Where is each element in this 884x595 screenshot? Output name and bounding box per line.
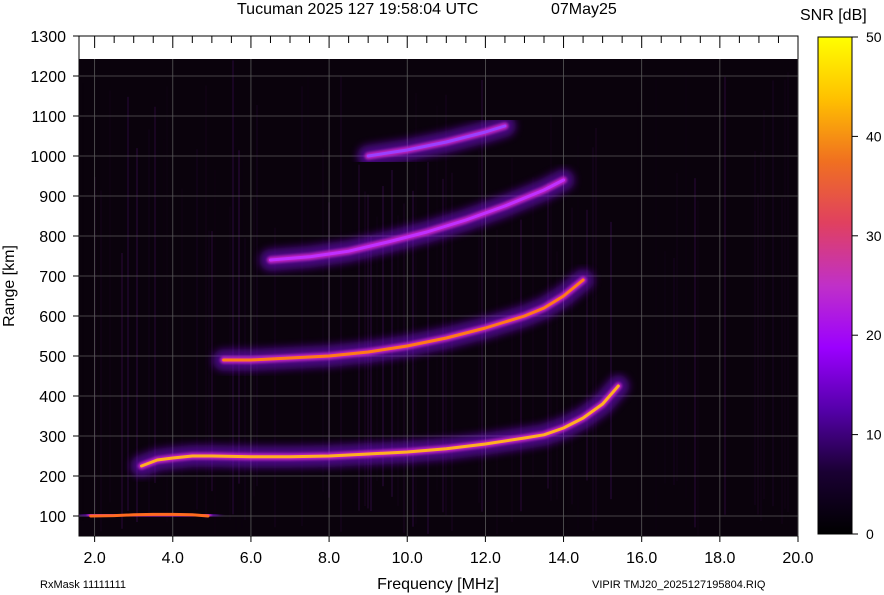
x-tick-label: 20.0 (782, 550, 813, 567)
noise-streak (694, 178, 696, 528)
ionogram-figure: Tucuman 2025 127 19:58:04 UTC 07May25 SN… (1, 1, 882, 593)
noise-streak (436, 105, 438, 492)
noise-streak (685, 72, 687, 499)
x-tick-label: 6.0 (240, 550, 262, 567)
colorbar-tick-label: 10 (866, 427, 882, 443)
x-axis-label: Frequency [MHz] (377, 576, 499, 593)
x-tick-label: 12.0 (470, 550, 501, 567)
noise-streak (181, 188, 183, 479)
noise-streak (100, 190, 102, 532)
y-tick-label: 1000 (30, 149, 66, 166)
noise-streak (163, 139, 165, 490)
y-tick-label: 800 (39, 229, 66, 246)
y-tick-label: 600 (39, 309, 66, 326)
y-axis-label: Range [km] (1, 245, 18, 327)
colorbar-tick-label: 50 (866, 29, 882, 45)
noise-streak (763, 110, 765, 500)
y-tick-label: 400 (39, 389, 66, 406)
noise-streak (637, 102, 639, 501)
y-tick-label: 1100 (32, 109, 67, 126)
noise-streak (235, 147, 237, 530)
noise-streak (496, 229, 498, 535)
noise-streak (127, 96, 129, 511)
noise-streak (664, 251, 666, 484)
noise-streak (760, 151, 762, 521)
x-tick-label: 4.0 (162, 550, 184, 567)
noise-streak (757, 193, 759, 515)
x-tick-label: 10.0 (392, 550, 423, 567)
noise-streak (322, 149, 324, 492)
echo-trace (89, 512, 210, 518)
colorbar-tick-label: 0 (866, 526, 874, 542)
colorbar-tick-label: 40 (866, 128, 882, 144)
noise-streak (772, 80, 774, 507)
noise-streak (655, 79, 657, 531)
noise-streak (82, 82, 84, 521)
colorbar-label: SNR [dB] (800, 7, 867, 24)
y-tick-label: 300 (39, 429, 66, 446)
noise-streak (781, 197, 783, 524)
x-axis-ticks: 2.0 4.0 6.0 8.0 10.0 12.0 14.0 16.0 18.0 20.0 (84, 536, 814, 567)
colorbar-tick-label: 20 (866, 327, 882, 343)
noise-streak (214, 169, 216, 535)
noise-streak (784, 79, 786, 509)
noise-streak (754, 151, 756, 506)
noise-streak (577, 136, 579, 531)
noise-streak (370, 236, 372, 512)
colorbar-tick-label: 30 (866, 228, 882, 244)
noise-streak (676, 173, 678, 482)
y-tick-label: 700 (39, 269, 66, 286)
x-tick-label: 18.0 (704, 550, 735, 567)
noise-streak (565, 172, 567, 528)
noise-streak (586, 209, 588, 481)
y-axis-ticks: 100 200 300 400 500 600 700 800 900 1000 1100 1200 1… (30, 29, 79, 526)
noise-streak (382, 186, 384, 487)
noise-streak (787, 72, 789, 513)
x-tick-label: 14.0 (548, 550, 579, 567)
noise-streak (256, 104, 258, 487)
x-tick-label: 2.0 (84, 550, 106, 567)
y-tick-label: 100 (39, 509, 66, 526)
noise-streak (592, 147, 594, 531)
noise-streak (274, 227, 276, 528)
x-tick-label: 16.0 (626, 550, 657, 567)
noise-streak (109, 90, 111, 503)
noise-streak (520, 219, 522, 512)
noise-streak (121, 252, 123, 529)
noise-streak (403, 203, 405, 533)
noise-streak (208, 230, 210, 478)
file-label: VIPIR TMJ20_2025127195804.RIQ (592, 579, 766, 591)
y-tick-label: 1200 (30, 69, 66, 86)
colorbar-ticks: 0 10 20 30 40 50 (852, 29, 882, 542)
noise-streak (610, 221, 612, 500)
noise-streak (241, 153, 243, 529)
y-tick-label: 200 (39, 469, 66, 486)
noise-streak (244, 238, 246, 521)
y-tick-label: 900 (39, 189, 66, 206)
rxmask-label: RxMask 11111111 (40, 579, 126, 591)
noise-streak (697, 200, 699, 536)
y-tick-label: 500 (39, 349, 66, 366)
colorbar (817, 36, 853, 535)
noise-streak (724, 76, 726, 515)
chart-title: Tucuman 2025 127 19:58:04 UTC (237, 1, 478, 18)
y-tick-label: 1300 (30, 29, 66, 46)
x-tick-label: 8.0 (318, 550, 340, 567)
noise-streak (595, 127, 597, 522)
noise-streak (238, 150, 240, 484)
noise-streak (673, 257, 675, 486)
noise-streak (154, 106, 156, 483)
chart-date: 07May25 (551, 1, 617, 18)
